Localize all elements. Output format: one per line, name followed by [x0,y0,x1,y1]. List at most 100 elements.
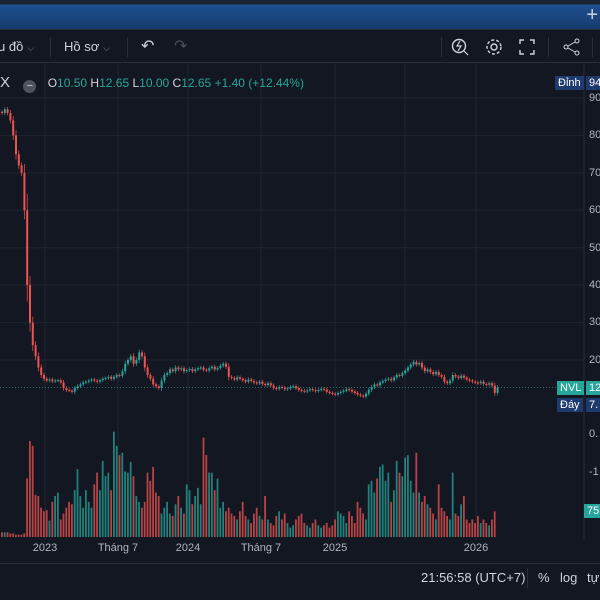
volume-bar [479,522,482,537]
close-value: 12.65 [181,76,212,90]
volume-bar [418,492,420,537]
low-tag-label: Đáy [557,398,583,412]
price-label: 90 [589,92,600,104]
candle [143,356,146,368]
candle [314,389,317,392]
osc-label: -1 [589,466,599,478]
add-tab-button[interactable]: + [586,4,598,27]
candle [297,388,300,390]
undo-button[interactable]: ↶ [141,36,154,56]
profile-menu[interactable]: Hồ sơ ⌵ [64,39,110,54]
candle [15,135,17,155]
candle [426,369,429,372]
volume-bar [239,511,241,537]
candle [491,383,493,386]
candle [194,369,197,372]
candle [440,374,443,377]
candle [303,390,306,392]
volume-bar [110,490,112,537]
chart-layout-menu[interactable]: u đồ ⌵ [0,39,34,54]
candle [149,374,152,379]
candle [71,390,73,392]
osc-label: 0. [589,428,599,440]
price-label: 70 [589,167,600,179]
candle [331,392,334,394]
volume-bar [211,472,213,537]
fullscreen-icon[interactable] [517,37,537,57]
candle [362,395,365,397]
candle [328,391,331,393]
candle [183,368,185,372]
candle [104,377,107,379]
volume-bar [407,455,409,537]
volume-bar [348,511,350,537]
price-label: 20 [589,354,600,366]
price-label: 30 [589,316,600,328]
volume-bar [314,519,317,537]
share-icon[interactable] [562,37,582,57]
volume-bar [90,507,93,537]
volume-bar [320,527,322,537]
volume-bar [149,480,152,537]
volume-bar [87,501,90,537]
candle [208,368,211,371]
candle [174,367,177,372]
divider [548,37,549,57]
volume-bar [185,484,188,537]
volume-bar [222,501,224,537]
candle [345,389,348,391]
candle [85,381,87,383]
volume-bar [118,455,121,537]
candle [348,389,351,391]
last-price-tag: 12 [586,381,600,395]
candle [20,165,23,173]
auto-scale-toggle[interactable]: tự [587,570,599,585]
redo-button[interactable]: ↷ [174,36,187,56]
log-toggle[interactable]: log [560,570,577,585]
candle [241,378,244,381]
candle [222,363,225,366]
price-chart[interactable] [0,64,600,540]
volume-bar [471,519,474,537]
candle [48,379,51,381]
volume-bar [342,515,345,537]
collapse-icon[interactable]: − [23,80,37,93]
candle [73,388,76,392]
clock-timezone[interactable]: 21:56:58 (UTC+7) [421,570,525,585]
volume-bar [101,460,104,537]
price-label: 60 [589,204,600,216]
volume-bar [40,507,42,537]
candle [281,386,283,388]
candle [323,388,325,390]
volume-bar [297,515,300,537]
candle [286,388,289,390]
volume-bar [233,515,236,537]
volume-bar [76,469,79,537]
high-value: 12.65 [99,76,130,90]
candle [339,391,342,393]
quick-search-icon[interactable] [450,37,470,57]
volume-bar [250,522,252,537]
candle [96,380,99,382]
volume-bar [43,511,45,537]
volume-bar [166,501,168,537]
volume-bar [345,522,348,537]
candle [23,172,26,211]
candle [6,109,9,113]
volume-bar [104,476,107,537]
candle [101,378,104,381]
candle [59,380,62,383]
volume-bar [485,522,488,537]
volume-bar [219,507,222,537]
percent-toggle[interactable]: % [538,570,550,585]
low-value: 10.00 [139,76,170,90]
volume-bar [1,532,3,537]
candle [202,367,205,370]
time-label: Tháng 7 [240,542,282,554]
candle [62,382,65,389]
divider [127,37,128,57]
volume-bar [398,472,401,537]
candle [325,389,328,392]
gear-icon[interactable] [484,37,504,57]
volume-bar [457,515,460,537]
